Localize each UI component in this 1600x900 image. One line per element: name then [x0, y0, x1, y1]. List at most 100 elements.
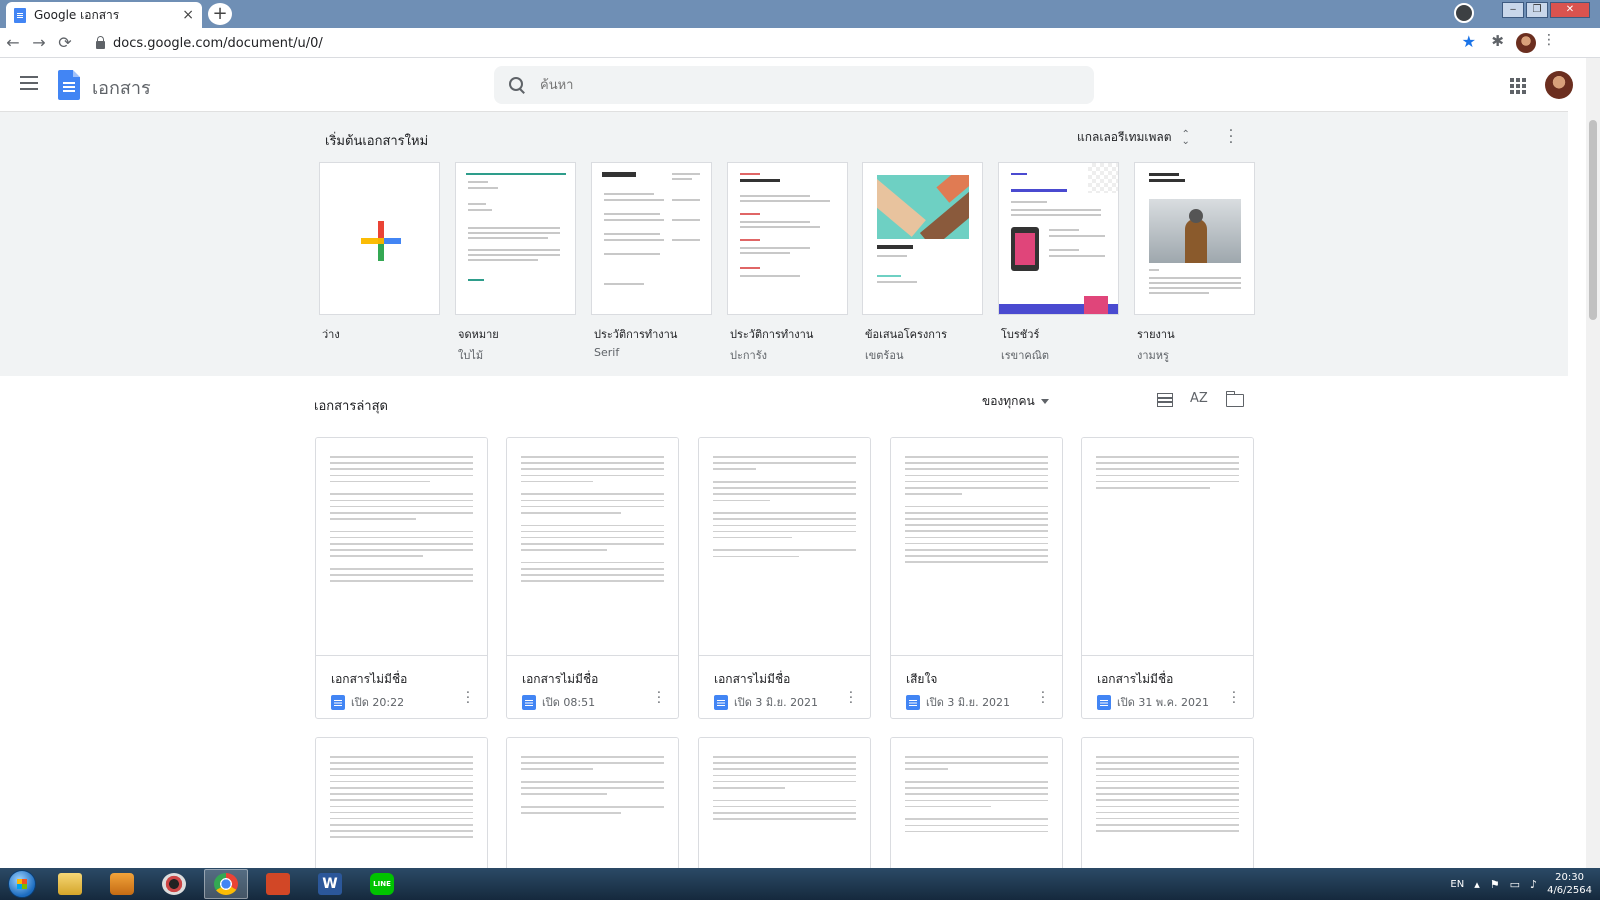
doc-title[interactable]: เอกสารไม่มีชื่อ: [522, 670, 598, 689]
doc-thumbnail[interactable]: [1082, 738, 1253, 876]
scrollbar-thumb[interactable]: [1589, 120, 1597, 320]
start-button[interactable]: [8, 870, 36, 898]
doc-card[interactable]: [506, 737, 679, 877]
url-text[interactable]: docs.google.com/document/u/0/: [113, 36, 323, 51]
search-input[interactable]: [540, 77, 1040, 93]
doc-card[interactable]: [315, 737, 488, 877]
google-apps-icon[interactable]: [1510, 78, 1526, 94]
folder-picker-icon[interactable]: [1225, 391, 1244, 407]
new-tab-button[interactable]: +: [208, 3, 232, 25]
maximize-button[interactable]: ❐: [1526, 2, 1548, 18]
doc-thumbnail[interactable]: [507, 738, 678, 876]
doc-thumbnail[interactable]: [891, 738, 1062, 876]
doc-card[interactable]: เสียใจ เปิด 3 มิ.ย. 2021 · · ·: [890, 437, 1063, 719]
template-thumbnail[interactable]: [862, 162, 983, 315]
doc-title[interactable]: เสียใจ: [906, 670, 937, 689]
browser-profile-icon[interactable]: [1454, 3, 1474, 23]
lock-icon[interactable]: [96, 36, 105, 49]
tray-expand-icon[interactable]: ▴: [1474, 878, 1480, 891]
doc-more-icon[interactable]: · · ·: [1231, 687, 1237, 710]
doc-card[interactable]: เอกสารไม่มีชื่อ เปิด 08:51 · · ·: [506, 437, 679, 719]
doc-title[interactable]: เอกสารไม่มีชื่อ: [1097, 670, 1173, 689]
address-bar[interactable]: docs.google.com/document/u/0/: [92, 31, 1492, 55]
template-thumbnail[interactable]: [591, 162, 712, 315]
network-icon[interactable]: ▭: [1510, 878, 1520, 891]
template-thumbnail[interactable]: [455, 162, 576, 315]
app-title[interactable]: เอกสาร: [92, 73, 151, 102]
template-blank[interactable]: ว่าง: [319, 162, 440, 343]
list-view-icon[interactable]: [1157, 393, 1173, 407]
template-thumbnail[interactable]: [998, 162, 1119, 315]
template-gallery-button[interactable]: แกลเลอรีเทมเพลต ⌃ ⌄: [1077, 128, 1190, 147]
close-window-button[interactable]: ✕: [1550, 2, 1590, 18]
bookmark-star-icon[interactable]: ★: [1462, 32, 1476, 51]
tab-close-icon[interactable]: ×: [182, 7, 194, 23]
docs-logo-icon[interactable]: [58, 70, 80, 100]
taskbar-chrome[interactable]: [204, 869, 248, 899]
template-thumbnail[interactable]: [319, 162, 440, 315]
search-icon[interactable]: [508, 76, 526, 94]
doc-thumbnail[interactable]: [316, 438, 487, 656]
browser-avatar[interactable]: [1516, 33, 1536, 53]
doc-card[interactable]: เอกสารไม่มีชื่อ เปิด 31 พ.ค. 2021 · · ·: [1081, 437, 1254, 719]
doc-meta: เปิด 3 มิ.ย. 2021: [714, 693, 818, 711]
doc-card[interactable]: เอกสารไม่มีชื่อ เปิด 3 มิ.ย. 2021 · · ·: [698, 437, 871, 719]
doc-thumbnail[interactable]: [507, 438, 678, 656]
minimize-button[interactable]: ‒: [1502, 2, 1524, 18]
doc-card[interactable]: [1081, 737, 1254, 877]
language-indicator[interactable]: EN: [1450, 879, 1464, 890]
taskbar-powerpoint[interactable]: [256, 869, 300, 899]
doc-card[interactable]: [698, 737, 871, 877]
clock[interactable]: 20:30 4/6/2564: [1547, 871, 1592, 897]
doc-more-icon[interactable]: · · ·: [1040, 687, 1046, 710]
page-scrollbar[interactable]: [1586, 58, 1600, 868]
chrome-icon: [214, 873, 238, 895]
template-brochure[interactable]: โบรชัวร์ เรขาคณิต: [998, 162, 1119, 364]
sort-az-icon[interactable]: AZ: [1190, 391, 1208, 406]
doc-card[interactable]: [890, 737, 1063, 877]
doc-thumbnail[interactable]: [1082, 438, 1253, 656]
template-section: เริ่มต้นเอกสารใหม่ แกลเลอรีเทมเพลต ⌃ ⌄ · ·…: [0, 112, 1568, 376]
doc-thumbnail[interactable]: [891, 438, 1062, 656]
doc-more-icon[interactable]: · · ·: [848, 687, 854, 710]
doc-meta: เปิด 3 มิ.ย. 2021: [906, 693, 1010, 711]
template-resume-serif[interactable]: ประวัติการทำงาน Serif: [591, 162, 712, 359]
doc-card[interactable]: เอกสารไม่มีชื่อ เปิด 20:22 · · ·: [315, 437, 488, 719]
system-tray: EN ▴ ⚑ ▭ ♪ 20:30 4/6/2564: [1450, 868, 1592, 900]
search-bar[interactable]: [494, 66, 1094, 104]
doc-thumbnail[interactable]: [316, 738, 487, 876]
taskbar-media-player[interactable]: [100, 869, 144, 899]
docs-header: เอกสาร: [0, 58, 1573, 112]
account-avatar[interactable]: [1545, 71, 1573, 99]
reload-icon[interactable]: ⟳: [52, 33, 78, 52]
template-name: ว่าง: [322, 328, 340, 341]
template-resume-coral[interactable]: ประวัติการทำงาน ปะการัง: [727, 162, 848, 364]
doc-title[interactable]: เอกสารไม่มีชื่อ: [331, 670, 407, 689]
browser-menu-icon[interactable]: ⋮: [1542, 32, 1556, 48]
doc-title[interactable]: เอกสารไม่มีชื่อ: [714, 670, 790, 689]
doc-thumbnail[interactable]: [699, 438, 870, 656]
browser-tab[interactable]: Google เอกสาร ×: [6, 2, 202, 28]
colorful-plus-icon: [361, 221, 401, 261]
extensions-puzzle-icon[interactable]: ✱: [1491, 32, 1504, 50]
template-thumbnail[interactable]: [1134, 162, 1255, 315]
taskbar-line[interactable]: LINE: [360, 869, 404, 899]
taskbar-explorer[interactable]: [48, 869, 92, 899]
doc-more-icon[interactable]: · · ·: [465, 687, 471, 710]
forward-arrow-icon[interactable]: →: [26, 33, 52, 52]
template-report[interactable]: รายงาน งามหรู: [1134, 162, 1255, 364]
template-letter[interactable]: จดหมาย ใบไม้: [455, 162, 576, 364]
taskbar-camera-app[interactable]: [152, 869, 196, 899]
action-center-flag-icon[interactable]: ⚑: [1490, 878, 1500, 891]
back-arrow-icon[interactable]: ←: [0, 33, 26, 52]
taskbar-word[interactable]: W: [308, 869, 352, 899]
owner-filter-dropdown[interactable]: ของทุกคน: [982, 392, 1049, 411]
template-more-icon[interactable]: · · ·: [1228, 124, 1234, 150]
volume-icon[interactable]: ♪: [1530, 878, 1537, 891]
template-thumbnail[interactable]: [727, 162, 848, 315]
doc-more-icon[interactable]: · · ·: [656, 687, 662, 710]
template-project-proposal[interactable]: ข้อเสนอโครงการ เขตร้อน: [862, 162, 983, 364]
main-menu-icon[interactable]: [20, 76, 38, 90]
line-app-icon: LINE: [370, 873, 394, 895]
doc-thumbnail[interactable]: [699, 738, 870, 876]
